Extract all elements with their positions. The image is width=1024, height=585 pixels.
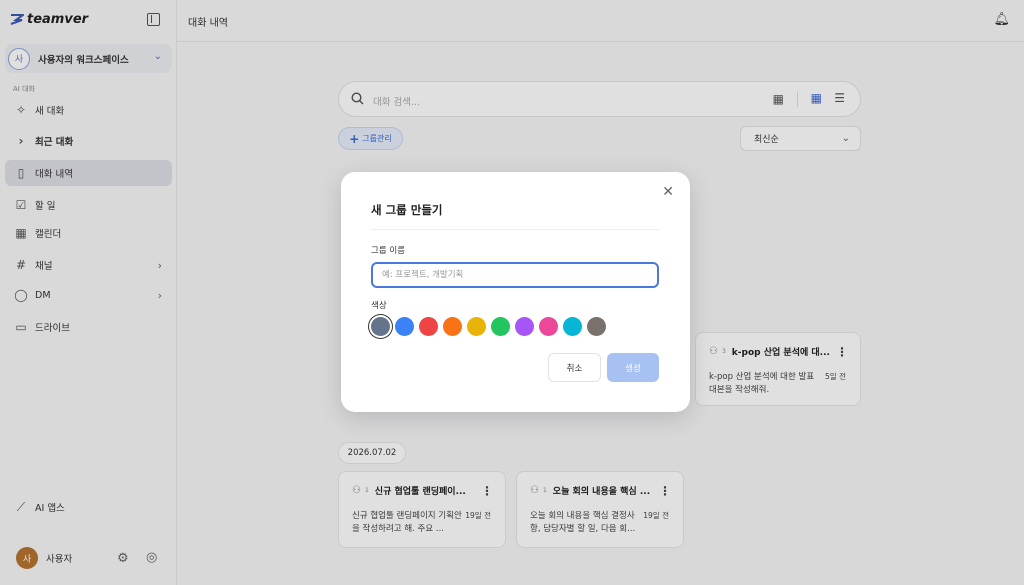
create-button[interactable]: 생성 xyxy=(607,353,659,382)
color-swatch[interactable] xyxy=(467,317,486,336)
close-icon[interactable]: ✕ xyxy=(662,184,674,200)
color-swatch[interactable] xyxy=(491,317,510,336)
color-swatch[interactable] xyxy=(563,317,582,336)
create-group-dialog: ✕ 새 그룹 만들기 그룹 이름 색상 취소 생성 xyxy=(341,172,690,412)
color-swatch[interactable] xyxy=(443,317,462,336)
dialog-title: 새 그룹 만들기 xyxy=(371,203,443,217)
divider xyxy=(371,229,660,230)
color-swatch[interactable] xyxy=(539,317,558,336)
cancel-button[interactable]: 취소 xyxy=(548,353,601,382)
color-swatch[interactable] xyxy=(395,317,414,336)
group-name-label: 그룹 이름 xyxy=(371,246,405,256)
color-swatch[interactable] xyxy=(587,317,606,336)
color-swatch[interactable] xyxy=(515,317,534,336)
group-name-input[interactable] xyxy=(371,262,659,288)
color-picker xyxy=(371,317,606,336)
color-swatch[interactable] xyxy=(371,317,390,336)
color-swatch[interactable] xyxy=(419,317,438,336)
color-label: 색상 xyxy=(371,301,387,311)
